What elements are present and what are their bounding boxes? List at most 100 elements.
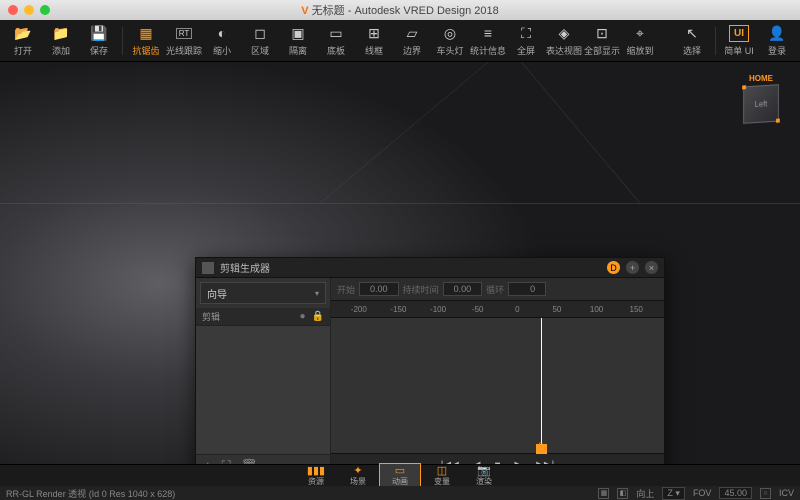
viewcube-cube[interactable]: Left	[743, 84, 779, 124]
headlight-button[interactable]: ◎车头灯	[431, 24, 469, 57]
folder-add-icon: 📁	[52, 24, 69, 42]
perspective-line	[521, 62, 640, 203]
zoom-to-icon: ⌖	[636, 24, 644, 42]
isolate-icon: ▣	[291, 24, 304, 42]
viewport-3d[interactable]: HOME Left 剪辑生成器 D + × 向导▾ 剪辑 ● 🔒 + ⛶	[0, 62, 800, 464]
raytrace-button[interactable]: RT光线跟踪	[165, 24, 203, 57]
viewcube-home-button[interactable]: HOME	[742, 74, 780, 83]
status-icon-1[interactable]: ▦	[598, 488, 609, 499]
tab-scene[interactable]: ✦场景	[338, 464, 378, 487]
separator	[715, 27, 716, 55]
wireframe-icon: ⊞	[368, 24, 380, 42]
fullscreen-icon: ⛶	[521, 24, 531, 42]
window-title: V 无标题 - Autodesk VRED Design 2018	[0, 2, 800, 18]
headlight-icon: ◎	[444, 24, 456, 42]
visibility-icon[interactable]: ●	[300, 311, 306, 322]
edge-button[interactable]: ▱边界	[393, 24, 431, 57]
panel-d-button[interactable]: D	[607, 261, 620, 274]
icv-toggle[interactable]: ○	[760, 488, 771, 499]
scene-icon: ✦	[353, 464, 362, 476]
login-button[interactable]: 👤登录	[758, 24, 796, 57]
open-button[interactable]: 📂打开	[4, 24, 42, 57]
loop-label: 循环	[486, 283, 504, 296]
loop-field[interactable]: 0	[508, 282, 546, 296]
tab-animation[interactable]: ▭动画	[380, 464, 420, 487]
folder-open-icon: 📂	[14, 24, 31, 42]
select-button[interactable]: ↖选择	[673, 24, 711, 57]
clip-list[interactable]	[196, 326, 330, 454]
lock-icon[interactable]: 🔒	[312, 311, 324, 322]
fullscreen-button[interactable]: ⛶全屏	[507, 24, 545, 57]
timeline-track-area[interactable]: 0	[331, 318, 664, 454]
titlebar: V 无标题 - Autodesk VRED Design 2018	[0, 0, 800, 20]
panel-body: 向导▾ 剪辑 ● 🔒 + ⛶ 🗑 开始 0.00 持续时间	[196, 278, 664, 476]
antialias-button[interactable]: ▦抗锯齿	[127, 24, 165, 57]
start-label: 开始	[337, 283, 355, 296]
region-button[interactable]: ◻区域	[241, 24, 279, 57]
timeline-pane: 开始 0.00 持续时间 0.00 循环 0 -200 -150 -100 -5…	[331, 278, 664, 476]
antialias-icon: ▦	[139, 24, 152, 42]
playhead-position: 0	[538, 441, 543, 451]
expression-icon: ◈	[559, 24, 570, 42]
playhead[interactable]	[541, 318, 542, 453]
status-info: RR-GL Render 透视 (Id 0 Res 1040 x 628)	[6, 487, 175, 500]
panel-title: 剪辑生成器	[220, 260, 601, 275]
raytrace-icon: RT	[176, 24, 193, 42]
start-field[interactable]: 0.00	[359, 282, 399, 296]
show-all-icon: ⊡	[596, 24, 608, 42]
viewcube[interactable]: HOME Left	[742, 74, 780, 123]
floor-button[interactable]: ▭底板	[317, 24, 355, 57]
tab-render[interactable]: 📷渲染	[464, 464, 504, 487]
timeline-ruler[interactable]: -200 -150 -100 -50 0 50 100 150	[331, 300, 664, 318]
clip-generator-panel: 剪辑生成器 D + × 向导▾ 剪辑 ● 🔒 + ⛶ 🗑	[195, 257, 665, 477]
fov-field[interactable]: 45.00	[719, 487, 752, 499]
perspective-line	[320, 62, 489, 203]
separator	[122, 27, 123, 55]
tab-assets[interactable]: ▮▮▮资源	[296, 464, 336, 487]
bottom-tab-bar: ▮▮▮资源 ✦场景 ▭动画 ◫变量 📷渲染	[0, 464, 800, 486]
stats-icon: ≡	[484, 24, 492, 42]
shrink-button[interactable]: ◐缩小	[203, 24, 241, 57]
status-bar: RR-GL Render 透视 (Id 0 Res 1040 x 628) ▦ …	[0, 486, 800, 500]
horizon-line	[0, 203, 800, 204]
expression-view-button[interactable]: ◈表达视图	[545, 24, 583, 57]
up-axis-label: 向上	[636, 487, 654, 500]
clip-tree-pane: 向导▾ 剪辑 ● 🔒 + ⛶ 🗑	[196, 278, 331, 476]
variant-icon: ◫	[437, 464, 447, 476]
chevron-down-icon: ▾	[315, 289, 319, 298]
zoom-to-button[interactable]: ⌖缩放到	[621, 24, 659, 57]
user-icon: 👤	[768, 24, 785, 42]
wizard-dropdown[interactable]: 向导▾	[200, 282, 326, 304]
simple-ui-button[interactable]: UI简单 UI	[720, 24, 758, 57]
edge-icon: ▱	[407, 24, 418, 42]
show-all-button[interactable]: ⊡全部显示	[583, 24, 621, 57]
duration-label: 持续时间	[403, 283, 439, 296]
panel-icon	[202, 262, 214, 274]
tab-variant[interactable]: ◫变量	[422, 464, 462, 487]
panel-plus-button[interactable]: +	[626, 261, 639, 274]
animation-icon: ▭	[395, 464, 405, 476]
save-icon: 💾	[90, 24, 107, 42]
time-params: 开始 0.00 持续时间 0.00 循环 0	[331, 278, 664, 300]
up-axis-dropdown[interactable]: Z ▾	[662, 487, 685, 500]
fov-label: FOV	[693, 488, 712, 498]
stats-button[interactable]: ≡统计信息	[469, 24, 507, 57]
panel-header[interactable]: 剪辑生成器 D + ×	[196, 258, 664, 278]
render-icon: 📷	[477, 464, 491, 476]
wireframe-button[interactable]: ⊞线框	[355, 24, 393, 57]
region-icon: ◻	[254, 24, 266, 42]
floor-icon: ▭	[329, 24, 342, 42]
clip-list-header: 剪辑 ● 🔒	[196, 308, 330, 326]
main-toolbar: 📂打开 📁添加 💾保存 ▦抗锯齿 RT光线跟踪 ◐缩小 ◻区域 ▣隔离 ▭底板 …	[0, 20, 800, 62]
panel-close-button[interactable]: ×	[645, 261, 658, 274]
isolate-button[interactable]: ▣隔离	[279, 24, 317, 57]
cursor-icon: ↖	[686, 24, 698, 42]
save-button[interactable]: 💾保存	[80, 24, 118, 57]
assets-icon: ▮▮▮	[307, 464, 325, 476]
duration-field[interactable]: 0.00	[443, 282, 483, 296]
icv-label: ICV	[779, 488, 794, 498]
ui-icon: UI	[729, 24, 749, 42]
shrink-icon: ◐	[218, 24, 226, 42]
status-icon-2[interactable]: ◧	[617, 488, 628, 499]
add-button[interactable]: 📁添加	[42, 24, 80, 57]
